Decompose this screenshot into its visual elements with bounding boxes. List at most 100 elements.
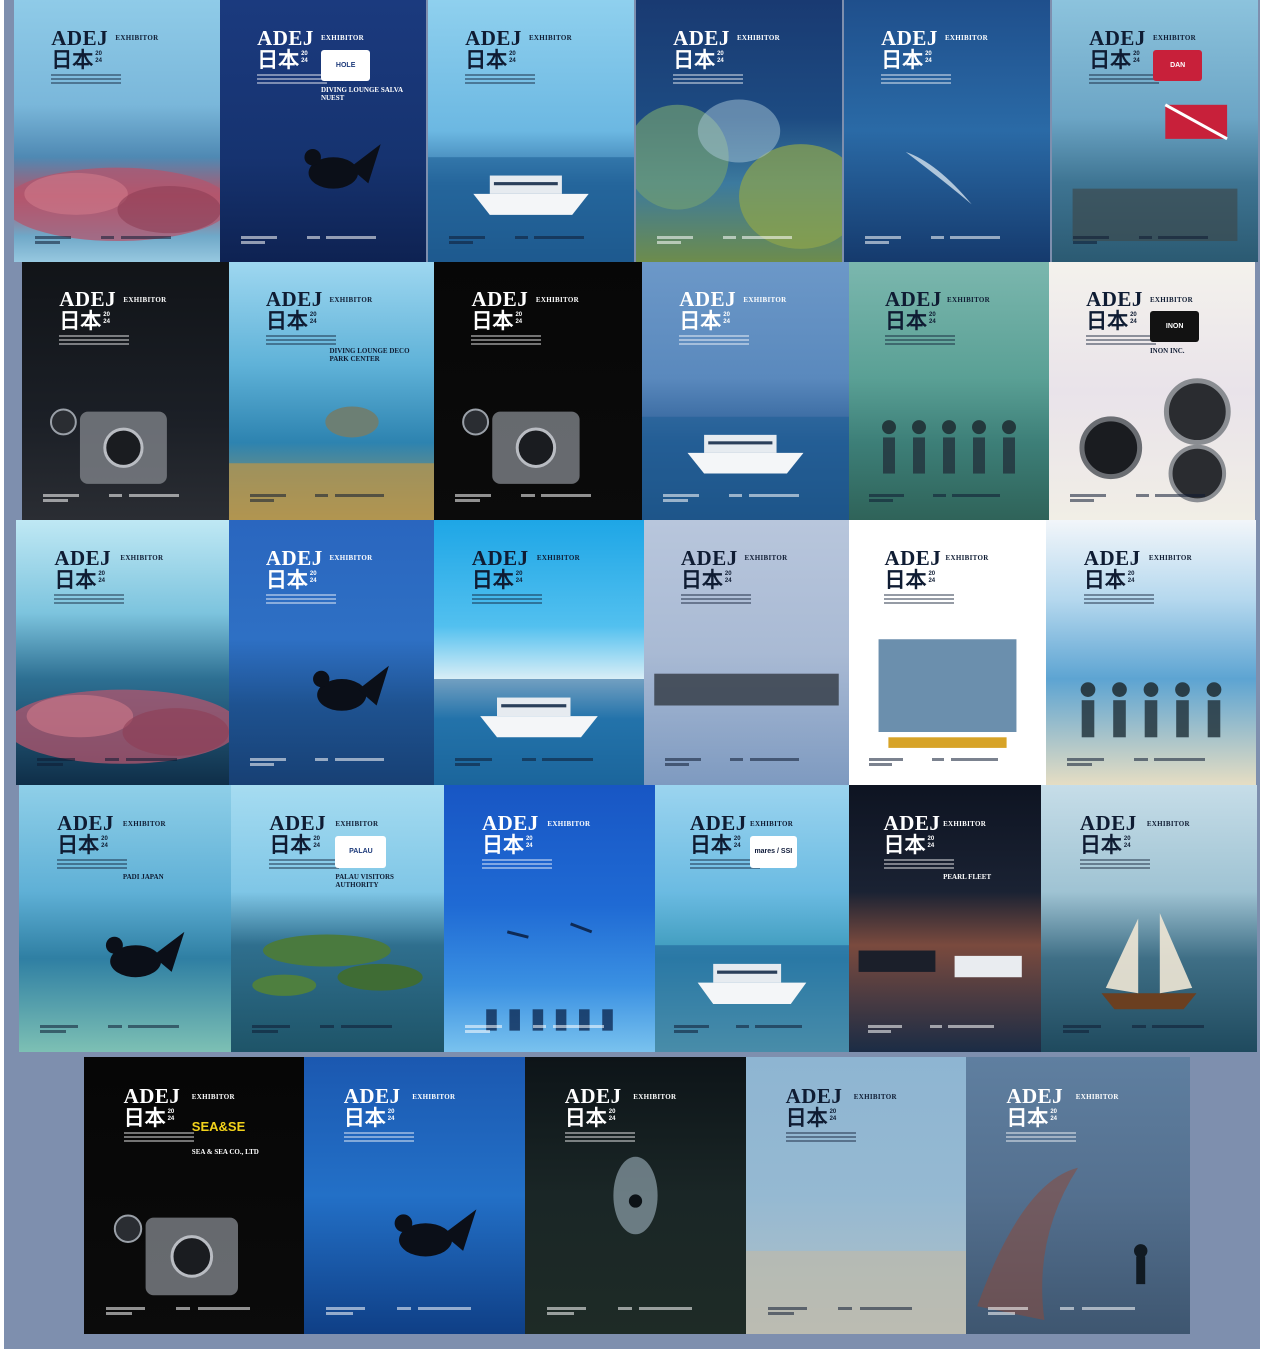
- nihon-wordmark: 日本: [465, 47, 508, 72]
- nihon-wordmark: 日本: [471, 568, 514, 593]
- year-top: 20: [95, 50, 102, 57]
- year-bottom: 24: [1130, 319, 1137, 326]
- exhibitor-poster[interactable]: ADEJ 日本 20 24 EXHIBITOR INON INON INC.: [1049, 262, 1255, 520]
- year-bottom: 24: [925, 57, 932, 64]
- exhibitor-poster[interactable]: ADEJ 日本 20 24 EXHIBITOR: [642, 262, 849, 520]
- exhibitor-logo: DAN: [1152, 49, 1203, 82]
- poster-footer-sponsors: [249, 493, 414, 502]
- exhibitor-poster[interactable]: ADEJ 日本 20 24 EXHIBITOR HOLE DIVING LOUNGE SAL…: [220, 0, 426, 262]
- exhibitor-poster[interactable]: ADEJ 日本 20 24 EXHIBITOR: [304, 1057, 525, 1334]
- exhibitor-poster[interactable]: ADEJ 日本 20 24 EXHIBITOR: [849, 262, 1049, 520]
- exhibitor-poster[interactable]: ADEJ 日本 20 24 EXHIBITOR PEARL FLEET: [849, 785, 1041, 1052]
- event-details-fineprint: [123, 1132, 194, 1143]
- poster-footer-sponsors: [448, 235, 614, 244]
- year-bottom: 24: [309, 319, 317, 326]
- exhibitor-poster[interactable]: ADEJ 日本 20 24 EXHIBITOR: [1046, 520, 1256, 785]
- poster-footer-sponsors: [106, 1306, 282, 1315]
- exhibitor-poster[interactable]: ADEJ 日本 20 24 EXHIBITOR: [229, 520, 434, 785]
- year-mark: 20 24: [609, 1109, 616, 1123]
- year-mark: 20 24: [310, 571, 317, 585]
- year-bottom: 24: [724, 578, 732, 585]
- year-mark: 20 24: [928, 571, 935, 585]
- year-top: 20: [98, 571, 106, 578]
- year-mark: 20 24: [101, 836, 108, 850]
- year-bottom: 24: [515, 578, 523, 585]
- year-top: 20: [1123, 836, 1131, 843]
- exhibitor-poster[interactable]: ADEJ 日本 20 24 EXHIBITOR PADI JAPAN: [19, 785, 231, 1052]
- exhibitor-poster[interactable]: ADEJ 日本 20 24 EXHIBITOR: [14, 0, 221, 262]
- nihon-wordmark: 日本: [1079, 833, 1122, 858]
- exhibitor-tag: EXHIBITOR: [947, 295, 991, 304]
- event-details-fineprint: [465, 73, 536, 84]
- exhibitor-tag: EXHIBITOR: [536, 554, 580, 563]
- year-top: 20: [101, 836, 108, 843]
- exhibitor-poster[interactable]: ADEJ 日本 20 24 EXHIBITOR: [746, 1057, 966, 1334]
- exhibitor-tag: EXHIBITOR: [547, 819, 591, 828]
- poster-footer-sponsors: [988, 1306, 1167, 1315]
- year-top: 20: [608, 1109, 616, 1116]
- event-details-fineprint: [265, 594, 336, 605]
- nihon-wordmark: 日本: [1083, 568, 1126, 593]
- poster-footer-sponsors: [656, 235, 822, 244]
- event-details-fineprint: [564, 1132, 635, 1143]
- exhibitor-poster[interactable]: ADEJ 日本 20 24 EXHIBITOR: [434, 262, 642, 520]
- exhibitor-poster[interactable]: ADEJ 日本 20 24 EXHIBITOR: [849, 520, 1046, 785]
- event-details-fineprint: [59, 335, 130, 346]
- year-bottom: 24: [98, 578, 106, 585]
- poster-footer-sponsors: [34, 235, 201, 244]
- event-details-fineprint: [54, 594, 125, 605]
- exhibitor-poster[interactable]: ADEJ 日本 20 24 EXHIBITOR mares / SSI: [655, 785, 849, 1052]
- exhibitor-tag: EXHIBITOR: [1149, 295, 1193, 304]
- nihon-wordmark: 日本: [1089, 47, 1132, 72]
- exhibitor-poster[interactable]: ADEJ 日本 20 24 EXHIBITOR: [644, 520, 849, 785]
- nihon-wordmark: 日本: [884, 568, 927, 593]
- exhibitor-poster[interactable]: ADEJ 日本 20 24 EXHIBITOR: [636, 0, 842, 262]
- year-top: 20: [309, 312, 317, 319]
- event-details-fineprint: [883, 859, 954, 870]
- poster-footer-sponsors: [326, 1306, 503, 1315]
- year-mark: 20 24: [95, 51, 102, 65]
- event-details-fineprint: [881, 73, 952, 84]
- poster-collage: ADEJ 日本 20 24 EXHIBITOR ADEJ 日本 20 24 EXHIBITOR H…: [4, 0, 1260, 1349]
- poster-footer-sponsors: [40, 1025, 210, 1034]
- event-details-fineprint: [57, 859, 128, 870]
- exhibitor-poster[interactable]: ADEJ 日本 20 24 EXHIBITOR: [966, 1057, 1190, 1334]
- nihon-wordmark: 日本: [1006, 1106, 1049, 1131]
- event-details-fineprint: [51, 73, 122, 84]
- exhibitor-poster[interactable]: ADEJ 日本 20 24 EXHIBITOR DAN: [1052, 0, 1258, 262]
- exhibitor-tag: EXHIBITOR: [750, 819, 794, 828]
- exhibitor-tag: EXHIBITOR: [945, 554, 989, 563]
- exhibitor-poster[interactable]: ADEJ 日本 20 24 EXHIBITOR: [428, 0, 634, 262]
- exhibitor-poster[interactable]: ADEJ 日本 20 24 EXHIBITOR: [525, 1057, 746, 1334]
- year-top: 20: [1130, 312, 1137, 319]
- exhibitor-tag: EXHIBITOR: [1148, 554, 1192, 563]
- year-mark: 20 24: [925, 51, 932, 65]
- year-top: 20: [1133, 50, 1140, 57]
- exhibitor-poster[interactable]: ADEJ 日本 20 24 EXHIBITOR: [444, 785, 655, 1052]
- event-details-fineprint: [257, 73, 328, 84]
- exhibitor-poster[interactable]: ADEJ 日本 20 24 EXHIBITOR: [844, 0, 1050, 262]
- year-bottom: 24: [309, 578, 317, 585]
- exhibitor-tag: EXHIBITOR: [528, 34, 572, 43]
- exhibitor-poster[interactable]: ADEJ 日本 20 24 EXHIBITOR DIVING LOUNGE DECO PA…: [229, 262, 434, 520]
- exhibitor-poster[interactable]: ADEJ日本2024EXHIBITORSEA&SEASEA & SEA CO.,…: [84, 1057, 304, 1334]
- event-details-fineprint: [885, 335, 955, 346]
- exhibitor-poster[interactable]: ADEJ 日本 20 24 EXHIBITOR PALAU PALAU VISITORS A…: [231, 785, 444, 1052]
- event-details-fineprint: [481, 859, 552, 870]
- exhibitor-name: DIVING LOUNGE DECO PARK CENTER: [329, 347, 410, 364]
- exhibitor-poster[interactable]: ADEJ 日本 20 24 EXHIBITOR: [434, 520, 644, 785]
- exhibitor-tag: EXHIBITOR: [743, 295, 787, 304]
- poster-footer-sponsors: [455, 758, 623, 767]
- event-details-fineprint: [471, 335, 542, 346]
- exhibitor-poster[interactable]: ADEJ 日本 20 24 EXHIBITOR: [1041, 785, 1257, 1052]
- nihon-wordmark: 日本: [59, 309, 102, 334]
- nihon-wordmark: 日本: [564, 1106, 607, 1131]
- exhibitor-poster[interactable]: ADEJ 日本 20 24 EXHIBITOR: [22, 262, 229, 520]
- exhibitor-logo: INON: [1149, 311, 1200, 342]
- year-mark: 20 24: [526, 836, 533, 850]
- exhibitor-name: PALAU VISITORS AUTHORITY: [335, 873, 394, 890]
- event-details-fineprint: [1006, 1132, 1077, 1143]
- exhibitor-poster[interactable]: ADEJ 日本 20 24 EXHIBITOR: [16, 520, 229, 785]
- year-mark: 20 24: [310, 312, 317, 326]
- exhibitor-tag: EXHIBITOR: [535, 295, 579, 304]
